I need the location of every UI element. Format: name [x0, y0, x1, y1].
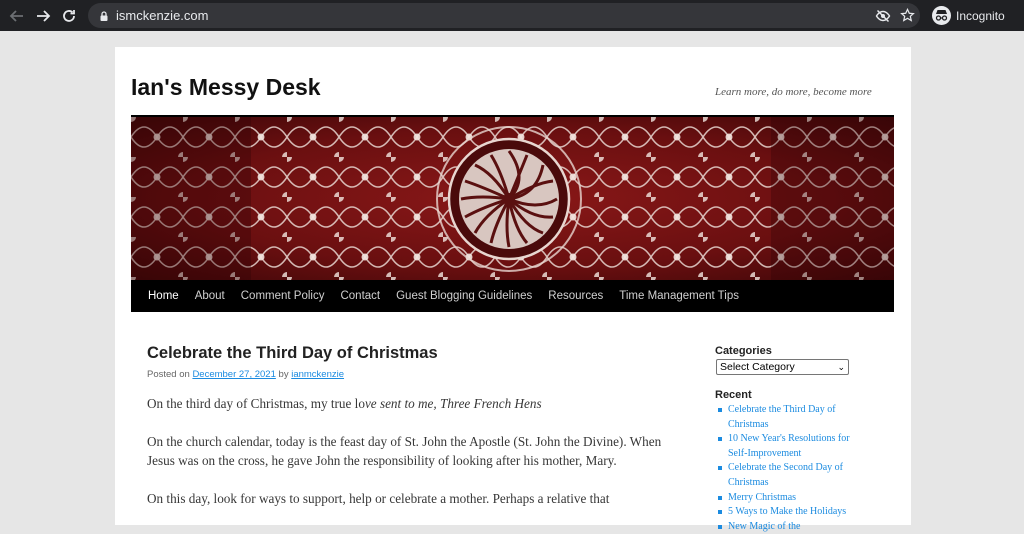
- lock-icon: [98, 9, 110, 21]
- browser-toolbar: ismckenzie.com Incognito: [0, 0, 1024, 31]
- p1-italic: ve sent to me, Three French Hens: [364, 396, 542, 411]
- menu-item-resources[interactable]: Resources: [540, 280, 611, 312]
- menu-item-time-management[interactable]: Time Management Tips: [611, 280, 747, 312]
- reload-icon[interactable]: [57, 4, 81, 28]
- menu-item-comment-policy[interactable]: Comment Policy: [233, 280, 333, 312]
- list-item[interactable]: Merry Christmas: [717, 491, 867, 506]
- paragraph-3: On this day, look for ways to support, h…: [147, 490, 610, 506]
- site-tagline: Learn more, do more, become more: [715, 86, 872, 98]
- page-container: Ian's Messy Desk Learn more, do more, be…: [115, 47, 911, 532]
- list-item[interactable]: Celebrate the Third Day of Christmas: [717, 403, 867, 432]
- forward-arrow-icon[interactable]: [31, 4, 55, 28]
- header-banner-image[interactable]: [131, 117, 894, 280]
- chevron-down-icon: ⌄: [837, 362, 845, 372]
- address-bar[interactable]: ismckenzie.com: [88, 3, 920, 28]
- incognito-label[interactable]: Incognito: [956, 9, 1005, 23]
- author-link[interactable]: ianmckenzie: [291, 369, 344, 380]
- list-item[interactable]: 10 New Year's Resolutions for Self-Impro…: [717, 432, 867, 461]
- incognito-icon[interactable]: [932, 6, 951, 25]
- category-select[interactable]: Select Category ⌄: [716, 359, 849, 375]
- category-select-value: Select Category: [720, 361, 795, 373]
- recent-posts-list: Celebrate the Third Day of Christmas 10 …: [717, 403, 867, 534]
- post-date-link[interactable]: December 27, 2021: [192, 369, 275, 380]
- main-menu: Home About Comment Policy Contact Guest …: [131, 280, 894, 312]
- back-arrow-icon[interactable]: [5, 4, 29, 28]
- menu-item-contact[interactable]: Contact: [332, 280, 388, 312]
- url-text: ismckenzie.com: [116, 8, 209, 23]
- menu-item-home[interactable]: Home: [140, 280, 187, 312]
- meta-prefix: Posted on: [147, 369, 190, 380]
- eye-off-icon[interactable]: [874, 7, 891, 24]
- list-item[interactable]: 5 Ways to Make the Holidays: [717, 505, 867, 520]
- meta-by: by: [278, 369, 289, 380]
- post-content: On the third day of Christmas, my true l…: [147, 394, 667, 526]
- list-item[interactable]: New Magic of the: [717, 520, 867, 534]
- menu-item-guest-blogging[interactable]: Guest Blogging Guidelines: [388, 280, 540, 312]
- paragraph-2: On the church calendar, today is the fea…: [147, 433, 662, 469]
- post-title[interactable]: Celebrate the Third Day of Christmas: [147, 344, 438, 363]
- paragraph-1: On the third day of Christmas, my true l…: [147, 394, 667, 414]
- recent-widget-title: Recent: [715, 389, 752, 401]
- p1-plain: On the third day of Christmas, my true l…: [147, 396, 365, 411]
- bookmark-star-icon[interactable]: [899, 7, 916, 24]
- site-title[interactable]: Ian's Messy Desk: [131, 74, 321, 101]
- post-meta: Posted on December 27, 2021 by ianmckenz…: [147, 369, 344, 380]
- categories-widget-title: Categories: [715, 345, 772, 357]
- menu-item-about[interactable]: About: [187, 280, 233, 312]
- list-item[interactable]: Celebrate the Second Day of Christmas: [717, 461, 867, 490]
